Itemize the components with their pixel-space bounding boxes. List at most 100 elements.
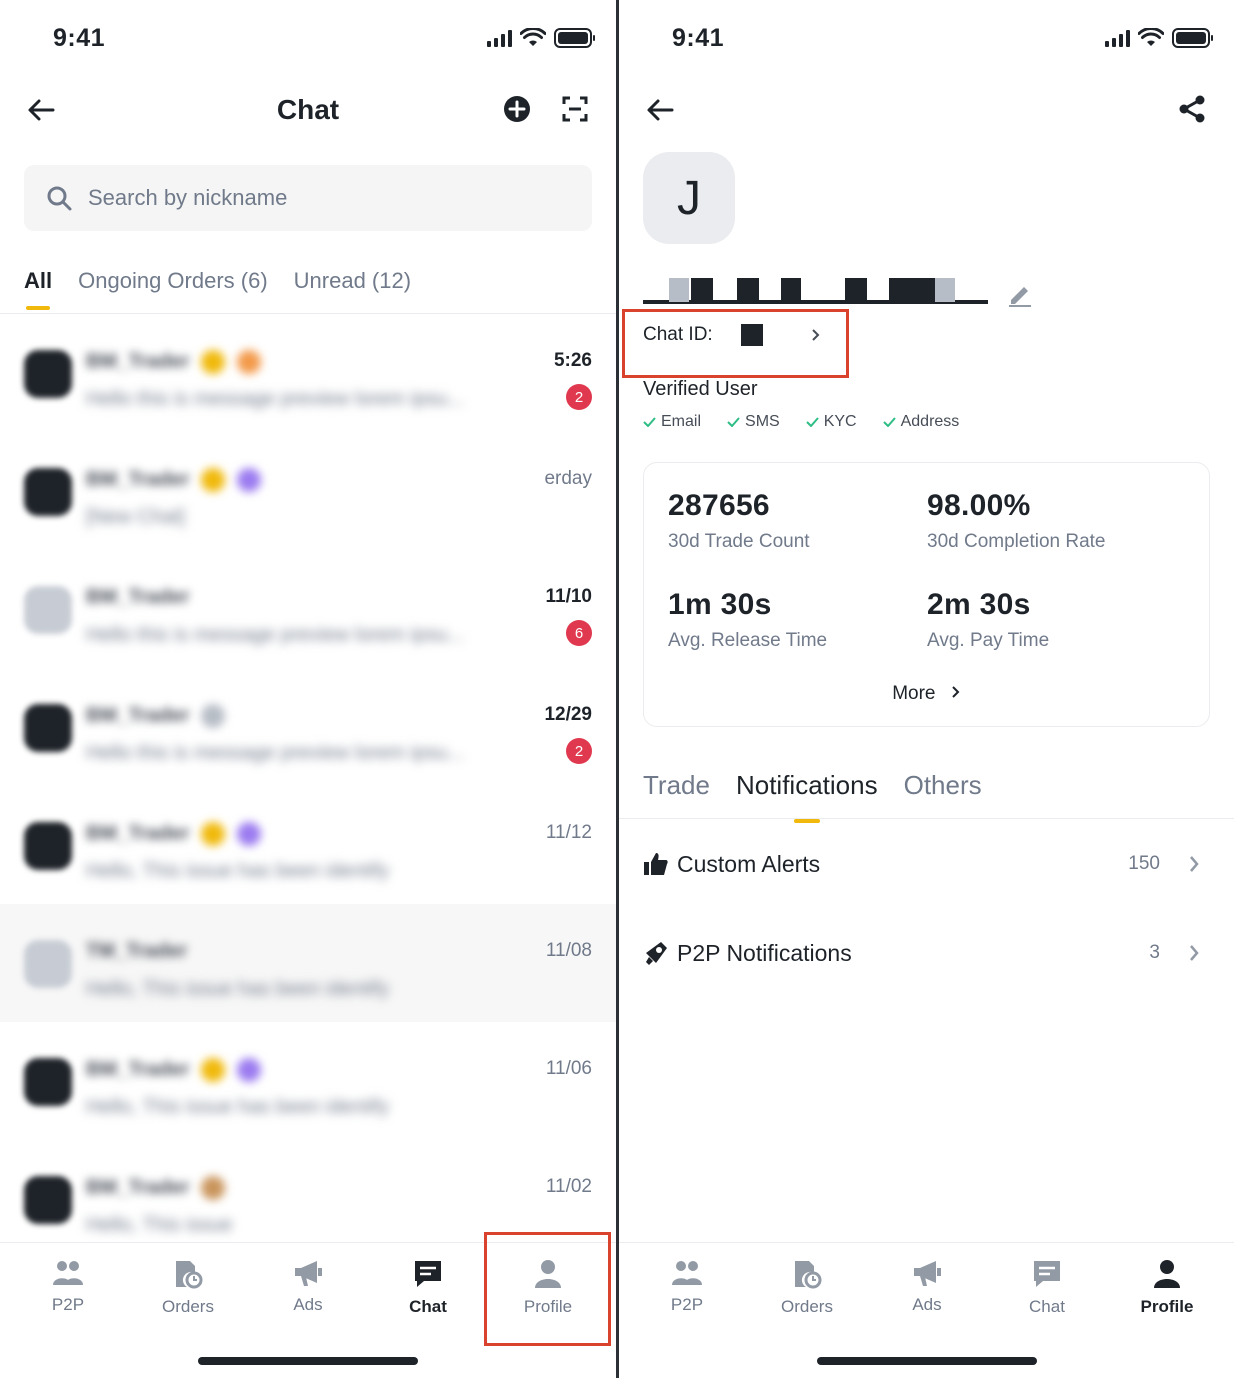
blurred-name: BM_Trader [86,350,262,374]
stat-value: 287656 [668,489,770,522]
scan-button[interactable] [559,93,591,125]
avatar [24,940,72,988]
avatar [24,586,72,634]
nav-orders[interactable]: Orders [747,1259,867,1317]
blurred-message: [New Chat] [86,506,185,528]
nav-p2p[interactable]: P2P [627,1259,747,1315]
status-bar: 9:41 [619,0,1234,76]
battery-icon [1172,28,1213,48]
nav-profile[interactable]: Profile [1107,1259,1227,1317]
chat-time: 5:26 [553,350,592,371]
scan-icon [562,96,588,122]
nav-chat[interactable]: Chat [368,1259,488,1317]
orders-icon [176,1261,203,1289]
blurred-name: BM_Trader [86,468,262,492]
chat-row[interactable]: BM_Trader [New Chat] erday [0,432,616,550]
tab-others[interactable]: Others [904,770,982,823]
tab-unread[interactable]: Unread (12) [294,268,411,310]
chat-time: 11/02 [545,1176,592,1197]
more-button[interactable]: More [644,683,1209,705]
tab-notifications[interactable]: Notifications [736,770,878,823]
nav-label: P2P [670,1295,704,1314]
stat-label: Avg. Release Time [668,630,828,651]
search-bar[interactable] [24,165,592,231]
nav-label: Profile [523,1297,573,1316]
stat-trade-count: 287656 30d Trade Count [668,489,810,553]
wifi-icon [1138,28,1164,46]
profile-icon [1154,1260,1180,1288]
search-input[interactable] [88,185,528,211]
blurred-message: Hello, This issue [86,1214,233,1236]
unread-badge: 6 [566,620,592,646]
chat-row[interactable]: BM_Trader Hello, This issue has been ide… [0,786,616,904]
more-label: More [892,683,936,704]
blurred-message: Hello, This issue has been identify [86,978,390,1000]
custom-alerts-row[interactable]: Custom Alerts 150 [619,829,1234,899]
chat-row[interactable]: BM_Trader Hello, This issue has been ide… [0,1022,616,1140]
nav-p2p[interactable]: P2P [8,1259,128,1315]
verification-item: SMS [727,413,780,431]
blurred-message: Hello this is message preview lorem ipsu… [86,742,464,764]
chat-row[interactable]: BM_Trader Hello this is message preview … [0,550,616,668]
nav-ads[interactable]: Ads [867,1259,987,1315]
verification-label: SMS [745,413,780,430]
stat-pay-time: 2m 30s Avg. Pay Time [927,588,1049,652]
chat-row[interactable]: BM_Trader Hello this is message preview … [0,314,616,432]
nav-chat[interactable]: Chat [987,1259,1107,1317]
blurred-name: BM_Trader [86,1058,262,1082]
edit-nickname-button[interactable] [1007,282,1035,310]
blurred-name: BM_Trader [86,586,190,608]
nav-ads[interactable]: Ads [248,1259,368,1315]
share-button[interactable] [1176,93,1208,125]
nav-label: Chat [409,1297,447,1316]
unread-badge: 2 [566,738,592,764]
blurred-name: BM_Trader [86,1176,226,1200]
new-chat-button[interactable] [501,93,533,125]
chat-time: 12/29 [544,704,592,725]
unread-badge: 2 [566,384,592,410]
chat-list: BM_Trader Hello this is message preview … [0,314,616,1242]
stat-label: 30d Trade Count [668,531,810,552]
p2p-notifications-row[interactable]: P2P Notifications 3 [619,918,1234,988]
wifi-icon [520,28,546,46]
blurred-message: Hello this is message preview lorem ipsu… [86,388,464,410]
status-icons [487,28,595,48]
home-indicator [816,1357,1037,1365]
stat-label: Avg. Pay Time [927,630,1050,651]
chat-row[interactable]: TM_Trader Hello, This issue has been ide… [0,904,616,1022]
tab-ongoing-orders[interactable]: Ongoing Orders (6) [78,268,268,310]
check-icon [805,417,819,427]
nav-profile[interactable]: Profile [488,1259,608,1317]
stat-label: 30d Completion Rate [927,531,1106,552]
nav-orders[interactable]: Orders [128,1259,248,1317]
nav-label: Ads [912,1295,942,1314]
arrow-left-icon [647,99,674,121]
chat-icon [1034,1261,1060,1287]
verification-item: Address [882,413,959,431]
redacted-nickname [643,278,988,304]
chat-row[interactable]: BM_Trader Hello, This issue 11/02 [0,1140,616,1242]
chat-row[interactable]: BM_Trader Hello this is message preview … [0,668,616,786]
chat-icon [415,1261,441,1287]
chevron-right-icon [1190,945,1199,961]
row-label: Custom Alerts [677,850,821,877]
chat-id-label: Chat ID: [643,324,713,345]
home-indicator [198,1357,418,1365]
chat-time: erday [544,468,592,489]
tab-all[interactable]: All [24,268,52,310]
chat-header: Chat [0,80,616,140]
nav-label: Orders [162,1297,214,1316]
avatar [24,468,72,516]
pencil-icon [1009,287,1031,307]
check-icon [727,417,740,427]
chat-tabs: All Ongoing Orders (6) Unread (12) [24,268,411,310]
chat-id-row[interactable]: Chat ID: [643,324,821,346]
tabs-divider [619,818,1234,819]
tab-trade[interactable]: Trade [643,770,710,823]
verification-label: Email [661,413,702,430]
profile-avatar: J [643,152,735,244]
nav-label: Orders [781,1297,833,1316]
battery-icon [554,28,595,48]
row-count: 150 [1128,853,1160,874]
back-button[interactable] [643,94,677,126]
